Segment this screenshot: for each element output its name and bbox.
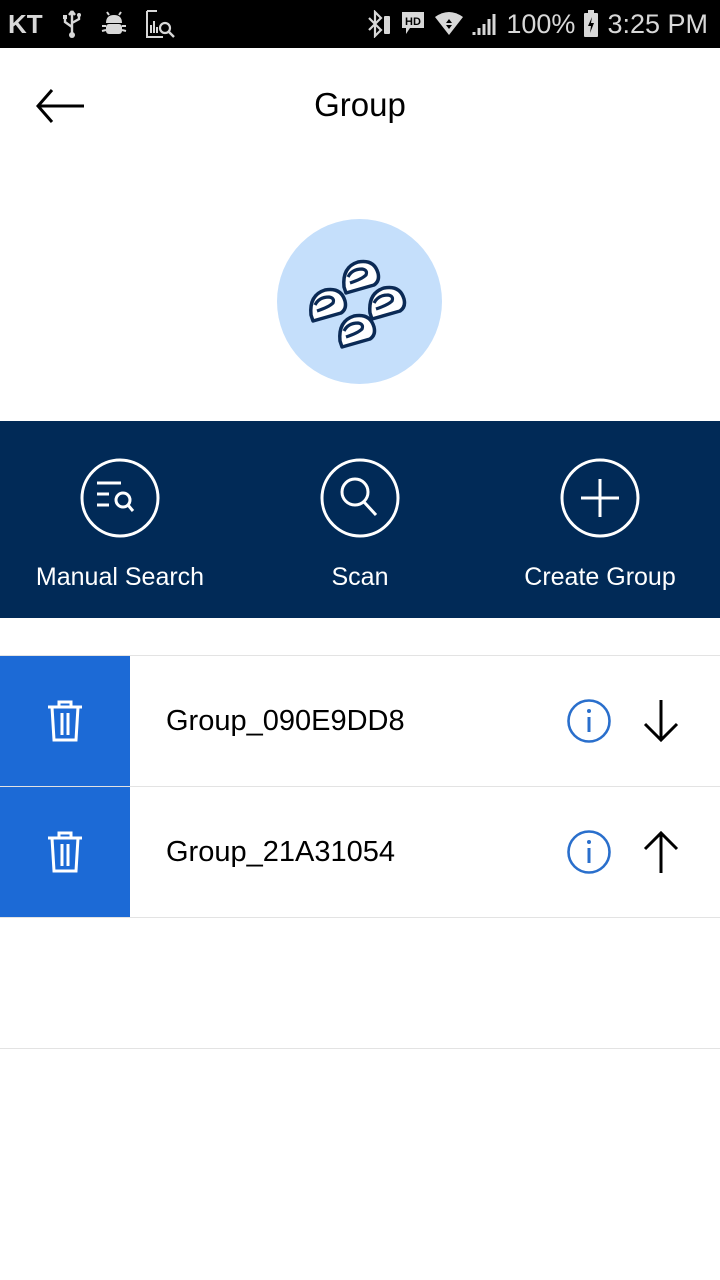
group-avatar [277,219,442,384]
group-name: Group_21A31054 [166,835,395,868]
bluetooth-icon [366,10,392,38]
analytics-search-icon [145,9,177,39]
group-list: Group_090E9DD8 Group_21A31054 [0,655,720,1049]
status-bar: KT HD 100% 3:25 PM [0,0,720,48]
create-group-label: Create Group [524,563,676,591]
delete-group-button[interactable] [0,656,130,786]
arrow-down-icon[interactable] [638,698,684,744]
info-icon[interactable] [566,698,612,744]
delete-group-button[interactable] [0,787,130,917]
scan-label: Scan [331,563,389,591]
empty-list-slot [0,918,720,1049]
action-bar: Manual Search Scan Create Group [0,421,720,618]
trash-icon [48,700,82,742]
battery-charging-icon [583,10,599,38]
group-row[interactable]: Group_090E9DD8 [0,656,720,787]
clock: 3:25 PM [607,8,708,39]
hd-voice-icon: HD [400,10,426,38]
info-icon[interactable] [566,829,612,875]
usb-icon [61,9,83,39]
plus-circle-icon [560,458,640,538]
scan-button[interactable]: Scan [240,421,480,618]
page-title: Group [314,86,406,123]
helmets-group-icon [308,259,406,349]
debug-bug-icon [101,11,127,37]
app-bar: Group [0,48,720,168]
create-group-button[interactable]: Create Group [480,421,720,618]
group-name: Group_090E9DD8 [166,704,405,737]
list-search-icon [80,458,160,538]
manual-search-button[interactable]: Manual Search [0,421,240,618]
manual-search-label: Manual Search [35,563,205,591]
wifi-icon [434,11,464,37]
group-row[interactable]: Group_21A31054 [0,787,720,918]
battery-percent: 100% [506,8,576,39]
signal-icon [472,11,498,37]
carrier-label: KT [8,8,43,39]
arrow-up-icon[interactable] [638,829,684,875]
search-icon [320,458,400,538]
trash-icon [48,831,82,873]
svg-text:HD: HD [405,16,421,28]
